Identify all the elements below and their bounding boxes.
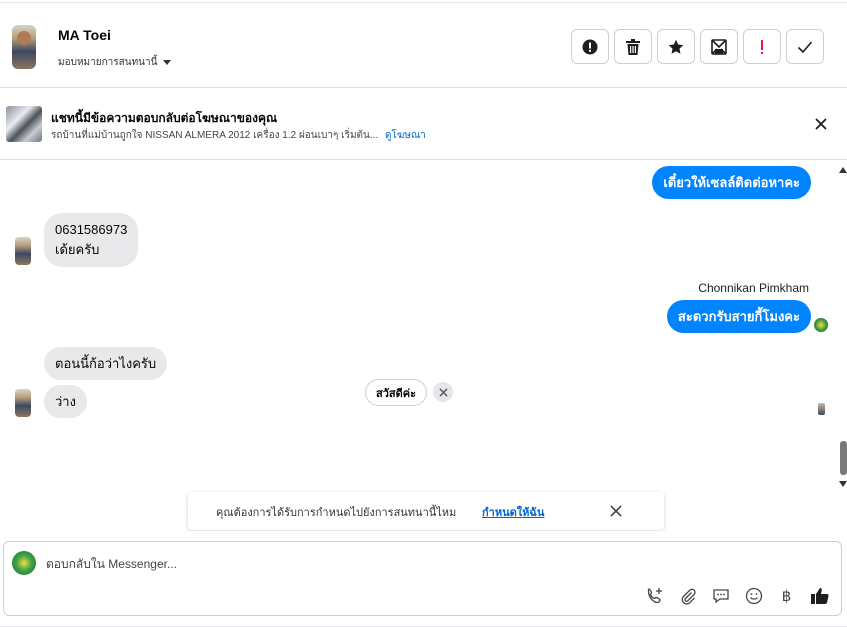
header-actions bbox=[571, 29, 824, 64]
ad-banner-title: แชทนี้มีข้อความตอบกลับต่อโฆษณาของคุณ bbox=[51, 111, 278, 125]
assign-prompt-toast: คุณต้องการได้รับการกำหนดไปยังการสนทนานี้… bbox=[188, 492, 664, 530]
assign-label: มอบหมายการสนทนานี้ bbox=[58, 57, 158, 68]
quick-reply-chip[interactable]: สวัสดีค่ะ bbox=[365, 379, 428, 406]
paperclip-icon[interactable] bbox=[676, 586, 699, 606]
message-incoming[interactable]: ตอนนี้ก้อว่าไงครับ bbox=[44, 347, 168, 380]
dismiss-quick-reply-button[interactable] bbox=[433, 382, 453, 402]
assign-dropdown[interactable]: มอบหมายการสนทนานี้ bbox=[58, 55, 172, 70]
message-outgoing[interactable]: สะดวกรับสายกี้โมงคะ bbox=[666, 300, 811, 333]
call-add-icon[interactable] bbox=[643, 586, 666, 606]
view-ad-link[interactable]: ดูโฆษณา bbox=[385, 130, 426, 141]
reply-composer: ฿ bbox=[3, 541, 842, 616]
avatar[interactable] bbox=[15, 237, 31, 265]
read-receipt-avatar bbox=[818, 403, 825, 415]
composer-tools: ฿ bbox=[643, 586, 831, 606]
baht-icon[interactable]: ฿ bbox=[775, 586, 798, 606]
avatar[interactable] bbox=[12, 25, 36, 69]
exclamation-icon bbox=[761, 39, 763, 54]
caret-down-icon bbox=[163, 60, 172, 65]
scroll-up-arrow[interactable] bbox=[839, 167, 847, 173]
done-button[interactable] bbox=[786, 29, 824, 64]
contact-name[interactable]: MA Toei bbox=[58, 27, 111, 43]
assign-to-me-link[interactable]: กำหนดให้ฉัน bbox=[482, 503, 544, 521]
close-icon[interactable] bbox=[608, 503, 624, 519]
seen-avatar bbox=[814, 318, 828, 332]
smiley-icon[interactable] bbox=[742, 586, 765, 606]
message-thread[interactable]: เดี๋ยวให้เซลล์ติดต่อหาคะ 0631586973 เด้ย… bbox=[0, 161, 847, 531]
conversation-header: MA Toei มอบหมายการสนทนานี้ bbox=[0, 2, 847, 88]
scroll-down-arrow[interactable] bbox=[839, 481, 847, 487]
scroll-thumb[interactable] bbox=[840, 441, 847, 475]
close-icon[interactable] bbox=[813, 116, 829, 132]
ad-reply-banner: แชทนี้มีข้อความตอบกลับต่อโฆษณาของคุณ รถบ… bbox=[0, 89, 847, 160]
message-outgoing[interactable]: เดี๋ยวให้เซลล์ติดต่อหาคะ bbox=[652, 166, 811, 199]
star-icon bbox=[668, 39, 684, 54]
alert-circle-icon bbox=[582, 39, 598, 54]
message-incoming[interactable]: ว่าง bbox=[44, 385, 87, 418]
page-avatar bbox=[12, 551, 36, 575]
check-icon bbox=[797, 40, 813, 53]
thumbs-up-icon[interactable] bbox=[808, 586, 831, 606]
envelope-icon bbox=[711, 38, 727, 55]
star-button[interactable] bbox=[657, 29, 695, 64]
mark-unread-button[interactable] bbox=[700, 29, 738, 64]
follow-up-button[interactable] bbox=[743, 29, 781, 64]
delete-button[interactable] bbox=[614, 29, 652, 64]
chat-bubble-icon[interactable] bbox=[709, 586, 732, 606]
messenger-conversation: MA Toei มอบหมายการสนทนานี้ แชทนี้มีข้อคว… bbox=[0, 0, 847, 627]
reply-input[interactable] bbox=[46, 553, 646, 575]
message-line: 0631586973 bbox=[55, 222, 128, 237]
close-icon bbox=[438, 387, 448, 397]
message-incoming[interactable]: 0631586973 เด้ยครับ bbox=[44, 213, 139, 267]
ad-description: รถบ้านที่แม่บ้านถูกใจ NISSAN ALMERA 2012… bbox=[51, 130, 379, 141]
toast-text: คุณต้องการได้รับการกำหนดไปยังการสนทนานี้… bbox=[216, 507, 457, 519]
ad-thumbnail bbox=[6, 106, 42, 142]
ad-banner-subtitle: รถบ้านที่แม่บ้านถูกใจ NISSAN ALMERA 2012… bbox=[51, 128, 426, 143]
scrollbar[interactable] bbox=[838, 161, 847, 491]
message-line: เด้ยครับ bbox=[55, 242, 100, 257]
spam-button[interactable] bbox=[571, 29, 609, 64]
avatar[interactable] bbox=[15, 389, 31, 417]
trash-icon bbox=[626, 38, 640, 55]
sender-name: Chonnikan Pimkham bbox=[698, 281, 809, 295]
